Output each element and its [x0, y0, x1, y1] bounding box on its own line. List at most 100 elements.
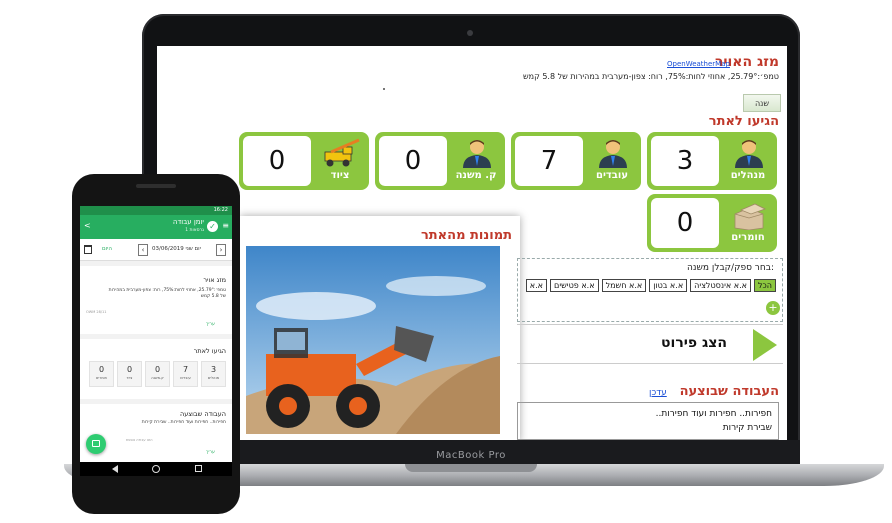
recent-apps-icon[interactable]	[195, 465, 202, 472]
card-value: 0	[651, 198, 719, 248]
cursor-dot	[383, 88, 385, 90]
app-logo-icon: ✓	[207, 221, 218, 232]
card-workers[interactable]: 7 עובדים	[511, 132, 641, 190]
card-value: 7	[515, 136, 583, 186]
card-value: 3	[651, 136, 719, 186]
phone-card-value: 0	[154, 365, 161, 374]
phone-nav-bar	[80, 462, 232, 476]
today-button[interactable]: היום	[102, 246, 112, 252]
home-icon[interactable]	[152, 465, 160, 473]
phone-work-title: העבודה שבוצעה	[179, 410, 226, 418]
card-label: עובדים	[596, 170, 628, 181]
laptop-screen: מזג האויר OpenWeatherMap טמפ׳:25.79°, אח…	[157, 46, 787, 440]
show-details-label: הצג פירוט	[661, 335, 727, 351]
add-contractor-button[interactable]: +	[766, 301, 780, 315]
card-label: ציוד	[330, 170, 350, 181]
share-icon[interactable]: <	[84, 221, 91, 230]
phone-screen: 16:22 < יומן עבודה גרסאות 1 ✓ ≡ היום ‹ י…	[80, 206, 232, 462]
worker-icon	[599, 140, 627, 168]
phone-arrived-section: הגיעו לאתר 0 חומרים 0 ציוד 0 ק.משנה 7 עובדים…	[80, 339, 232, 399]
work-done-line: חפירות.. חפירות ועוד חפירות..	[655, 409, 772, 419]
contractor-tag[interactable]: א.א חשמל	[601, 279, 647, 292]
subcontractor-icon	[463, 140, 491, 168]
phone-card-value: 0	[126, 365, 133, 374]
card-label: מנהלים	[730, 170, 766, 181]
phone-work-section: העבודה שבוצעה חפירות.. חפירות ועוד חפירו…	[80, 404, 232, 462]
site-photo[interactable]	[246, 246, 500, 434]
card-managers[interactable]: 3 מנהלים	[647, 132, 777, 190]
phone-speaker	[136, 184, 176, 188]
contractor-tag[interactable]: א.א	[525, 279, 548, 292]
status-time: 16:22	[213, 207, 228, 213]
phone-card-label: מנהלים	[207, 376, 220, 380]
phone-weather-section: מזג אויר טמפ׳:25.79°, אחוזי לחות:75%, רו…	[80, 266, 232, 334]
contractor-tags: א.א א.א פטישים א.א חשמל א.א בטון א.א אינ…	[525, 279, 776, 292]
prev-day-button[interactable]: ‹	[138, 244, 148, 256]
contractor-filter: בחר ספק/קבלן משנה: א.א א.א פטישים א.א חש…	[517, 258, 783, 322]
status-bar: 16:22	[80, 206, 232, 215]
phone-card-materials[interactable]: 0 חומרים	[89, 361, 114, 387]
site-photos-card: תמונות מהאתר	[240, 216, 520, 440]
phone-card-equipment[interactable]: 0 ציוד	[117, 361, 142, 387]
phone-arrived-title: הגיעו לאתר	[193, 347, 226, 355]
manager-icon	[735, 140, 763, 168]
card-value: 0	[379, 136, 447, 186]
update-link[interactable]: עדכן	[649, 388, 667, 398]
calendar-icon[interactable]	[84, 245, 92, 254]
contractor-label: בחר ספק/קבלן משנה:	[687, 263, 774, 273]
card-value: 0	[243, 136, 311, 186]
crane-icon	[324, 138, 360, 167]
laptop-notch	[405, 464, 537, 472]
phone-weather-title: מזג אויר	[203, 276, 226, 284]
openweathermap-link[interactable]: OpenWeatherMap	[667, 60, 730, 68]
contractor-tag-all[interactable]: הכל	[753, 279, 776, 292]
phone-card-value: 0	[98, 365, 105, 374]
phone-work-edit[interactable]: עריך	[206, 450, 215, 455]
work-done-box: חפירות.. חפירות ועוד חפירות.. שבירת קירו…	[517, 402, 779, 440]
work-done-line: שבירת קירות	[722, 423, 772, 433]
app-bar: < יומן עבודה גרסאות 1 ✓ ≡	[80, 215, 232, 239]
photos-title: תמונות מהאתר	[420, 228, 512, 243]
date-text: יום שני 03/06/2019	[152, 246, 201, 252]
phone-card-label: חומרים	[96, 376, 107, 380]
card-label: ק. משנה	[455, 170, 497, 181]
contractor-tag[interactable]: א.א אינסטלציה	[690, 279, 751, 292]
app-subtitle: גרסאות 1	[185, 228, 204, 233]
camera-fab-button[interactable]	[86, 434, 106, 454]
phone-card-subcontractors[interactable]: 0 ק.משנה	[145, 361, 170, 387]
materials-icon	[734, 203, 767, 230]
phone-weather-source: OWM 28/11	[86, 310, 107, 314]
card-materials[interactable]: 0 חומרים	[647, 194, 777, 252]
show-details-row[interactable]: הצג פירוט	[517, 324, 783, 364]
phone-arrived-cards: 0 חומרים 0 ציוד 0 ק.משנה 7 עובדים 3 מנהלים	[89, 361, 226, 387]
contractor-tag[interactable]: א.א בטון	[649, 279, 688, 292]
play-arrow-icon[interactable]	[753, 329, 777, 361]
arrived-title: הגיעו לאתר	[708, 114, 779, 129]
laptop-brand: MacBook Pro	[436, 450, 506, 461]
phone-weather-edit[interactable]: עריך	[206, 322, 215, 327]
app-title: יומן עבודה	[172, 218, 204, 226]
camera-icon	[92, 440, 100, 447]
card-subcontractors[interactable]: 0 ק. משנה	[375, 132, 505, 190]
phone-weather-text: טמפ׳:25.79°, אחוזי לחות:75%, רוח: צפון-מ…	[108, 288, 226, 299]
next-day-button[interactable]: ›	[216, 244, 226, 256]
phone-work-text: חפירות.. חפירות ועוד חפירות.. שבירת קירו…	[141, 420, 226, 425]
camera-icon	[467, 30, 473, 36]
phone-card-label: ק.משנה	[151, 376, 164, 380]
phone-card-label: ציוד	[126, 376, 133, 380]
phone-card-value: 3	[210, 365, 217, 374]
card-label: חומרים	[731, 232, 765, 243]
phone-card-managers[interactable]: 3 מנהלים	[201, 361, 226, 387]
back-icon[interactable]	[112, 465, 118, 473]
contractor-tag[interactable]: א.א פטישים	[550, 279, 599, 292]
phone-card-workers[interactable]: 7 עובדים	[173, 361, 198, 387]
menu-icon[interactable]: ≡	[222, 222, 229, 230]
date-row: היום ‹ יום שני 03/06/2019 ›	[80, 239, 232, 261]
phone-work-small: הזנו עבודה נוספת	[126, 438, 153, 442]
card-equipment[interactable]: 0 ציוד	[239, 132, 369, 190]
weather-text: טמפ׳:25.79°, אחוזי לחות:75%, רוח: צפון-מ…	[523, 72, 779, 81]
year-button[interactable]: שנה	[743, 94, 781, 112]
phone-card-label: עובדים	[180, 376, 191, 380]
phone-card-value: 7	[182, 365, 189, 374]
work-done-title: העבודה שבוצעה	[679, 384, 779, 399]
